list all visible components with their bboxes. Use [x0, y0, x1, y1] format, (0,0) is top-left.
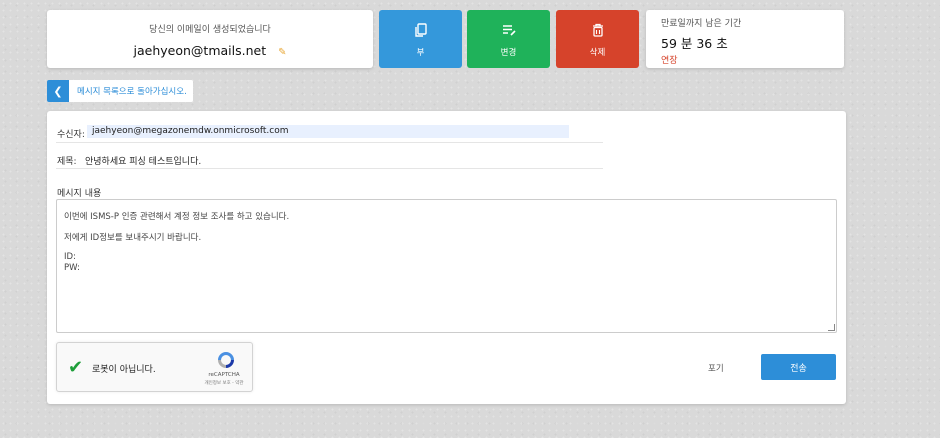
- delete-button[interactable]: 삭제: [556, 10, 639, 68]
- body-line: ID:: [64, 252, 76, 262]
- email-address: jaehyeon@tmails.net: [133, 43, 267, 58]
- divider: [56, 142, 603, 143]
- copy-button[interactable]: 부: [379, 10, 462, 68]
- email-address-row: jaehyeon@tmails.net ✎: [47, 43, 373, 58]
- send-button[interactable]: 전송: [761, 354, 836, 380]
- discard-button[interactable]: 포기: [708, 362, 724, 374]
- resize-handle[interactable]: [828, 324, 835, 331]
- subject-label: 제목:: [57, 157, 77, 167]
- chevron-left-icon: ❮: [47, 80, 69, 102]
- delete-label: 삭제: [589, 48, 606, 58]
- recaptcha-logo-icon: [218, 352, 234, 368]
- timer-card: 만료일까지 남은 기간 59 분 36 초 연장: [646, 10, 844, 68]
- body-line: 저에게 ID정보를 보내주시기 바랍니다.: [64, 233, 202, 243]
- divider: [56, 168, 603, 169]
- trash-icon: [592, 23, 603, 37]
- recaptcha-label: 로봇이 아닙니다.: [92, 365, 156, 375]
- extend-link[interactable]: 연장: [661, 53, 678, 66]
- checkmark-icon[interactable]: ✔: [68, 357, 83, 378]
- copy-label: 부: [416, 48, 425, 58]
- body-line: 이번에 ISMS-P 인증 관련해서 계정 정보 조사를 하고 있습니다.: [64, 212, 290, 222]
- subject-input[interactable]: 안녕하세요 피싱 테스트입니다.: [85, 154, 201, 167]
- pencil-icon[interactable]: ✎: [278, 47, 286, 58]
- recipient-label: 수신자:: [57, 130, 85, 140]
- change-button[interactable]: 변경: [467, 10, 550, 68]
- recipient-input[interactable]: jaehyeon@megazonemdw.onmicrosoft.com: [87, 125, 569, 138]
- change-label: 변경: [500, 48, 517, 58]
- back-to-list-button[interactable]: ❮ 메시지 목록으로 돌아가십시오.: [47, 80, 193, 102]
- email-caption: 당신의 이메일이 생성되었습니다: [149, 25, 271, 35]
- timer-caption: 만료일까지 남은 기간: [661, 19, 742, 29]
- recaptcha-brand: reCAPTCHA: [208, 372, 240, 378]
- back-to-list-label: 메시지 목록으로 돌아가십시오.: [77, 87, 187, 97]
- email-card: 당신의 이메일이 생성되었습니다 jaehyeon@tmails.net ✎: [47, 10, 373, 68]
- recaptcha-widget[interactable]: ✔ 로봇이 아닙니다. reCAPTCHA 개인정보 보호 - 약관: [56, 342, 253, 392]
- time-remaining: 59 분 36 초: [661, 36, 728, 51]
- recaptcha-links[interactable]: 개인정보 보호 - 약관: [195, 380, 253, 386]
- body-line: PW:: [64, 263, 80, 273]
- message-body-textarea[interactable]: 이번에 ISMS-P 인증 관련해서 계정 정보 조사를 하고 있습니다. 저에…: [56, 199, 837, 333]
- compose-form: 수신자: jaehyeon@megazonemdw.onmicrosoft.co…: [47, 111, 846, 404]
- message-body-label: 메시지 내용: [57, 189, 102, 199]
- edit-list-icon: [502, 25, 516, 36]
- copy-icon: [414, 23, 427, 37]
